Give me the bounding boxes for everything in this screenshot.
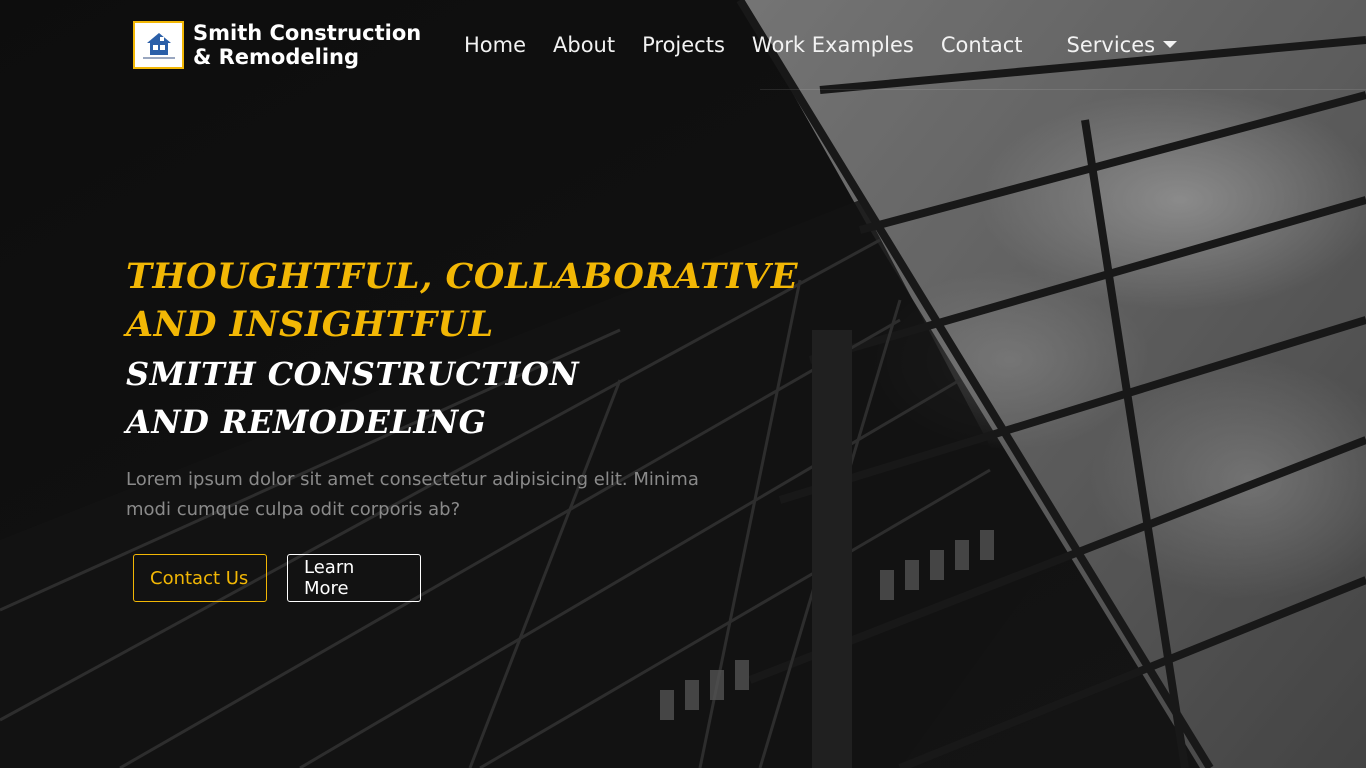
hero-description: Lorem ipsum dolor sit amet consectetur a… — [126, 469, 699, 520]
caret-down-icon — [1163, 41, 1178, 48]
nav-about[interactable]: About — [553, 30, 615, 60]
hero-buttons: Contact Us Learn More — [133, 554, 421, 602]
nav-services-label: Services — [1066, 33, 1156, 57]
contact-us-button[interactable]: Contact Us — [133, 554, 267, 602]
hero-section: THOUGHTFUL, COLLABORATIVE AND INSIGHTFUL… — [126, 253, 846, 525]
house-logo-icon[interactable] — [133, 21, 184, 69]
nav-services-dropdown[interactable]: Services — [1067, 30, 1178, 60]
nav-home[interactable]: Home — [464, 30, 526, 60]
hero-subtitle: SMITH CONSTRUCTION AND REMODELING — [126, 350, 846, 446]
brand-name[interactable]: Smith Construction & Remodeling — [193, 21, 423, 69]
learn-more-button[interactable]: Learn More — [287, 554, 421, 602]
brand[interactable]: Smith Construction & Remodeling — [133, 21, 423, 69]
nav-menu: Home About Projects Work Examples Contac… — [464, 30, 1178, 60]
hero-title: THOUGHTFUL, COLLABORATIVE AND INSIGHTFUL — [126, 256, 798, 345]
nav-work-examples[interactable]: Work Examples — [752, 30, 914, 60]
hero-subtitle-line1: SMITH CONSTRUCTION — [126, 355, 580, 393]
nav-contact[interactable]: Contact — [941, 30, 1023, 60]
nav-projects[interactable]: Projects — [642, 30, 725, 60]
hero-subtitle-line2: AND REMODELING — [126, 403, 487, 441]
page: Smith Construction & Remodeling Home Abo… — [0, 0, 1366, 768]
navbar: Smith Construction & Remodeling Home Abo… — [0, 0, 1366, 90]
